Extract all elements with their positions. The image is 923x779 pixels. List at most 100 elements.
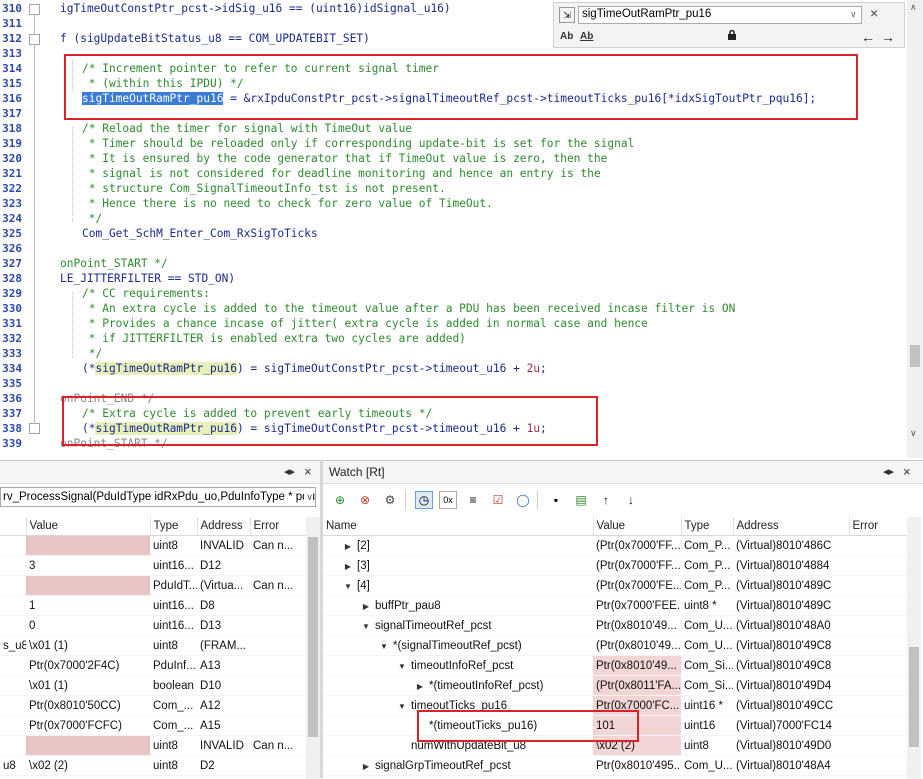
column-header[interactable]: Type [681,517,734,536]
table-row[interactable]: ▼ signalTimeoutRef_pcst Ptr(0x8010'49... Co… [323,615,909,636]
table-row[interactable]: uint8 INVALID Can n... [0,735,306,756]
scroll-thumb[interactable] [308,537,318,737]
occurrence-highlight: sigTimeOutRamPtr_pu16 [95,422,237,435]
watch-scrollbar[interactable] [907,517,921,779]
cell-name [0,535,26,556]
column-header[interactable]: Error [250,517,307,536]
table-row[interactable]: PduIdT... (Virtua... Can n... [0,575,306,596]
table-row[interactable]: ▶ buffPtr_pau8 Ptr(0x7000'FEE... uint8 * (Vi… [323,595,909,616]
cell-name: ▼ timeoutTicks_pu16 [323,695,593,716]
find-input[interactable]: sigTimeOutRamPtr_pu16 [578,6,862,24]
remove-all-icon[interactable]: ⚙ [381,491,399,509]
cell-value: 101 [593,715,681,736]
expand-icon[interactable]: ▶ [343,562,353,571]
close-icon[interactable]: × [870,5,878,21]
column-header[interactable]: Name [323,517,594,536]
table-row[interactable]: uint8 INVALID Can n... [0,535,306,556]
function-selector[interactable]: rv_ProcessSignal(PduIdType idRxPdu_uo,Pd… [0,487,316,507]
table-row[interactable]: \x01 (1) boolean D10 [0,675,306,696]
expand-icon[interactable]: ▶ [415,682,425,691]
checkbox-icon[interactable]: ☑ [489,491,507,509]
cell-value [26,535,150,556]
collapse-icon[interactable]: ▼ [397,702,407,711]
table-row[interactable]: ▶ [2] (Ptr(0x7000'FF... Com_P... (Virtual)80… [323,535,909,556]
collapse-icon[interactable]: ▼ [379,642,389,651]
expand-replace-toggle[interactable]: ⇲ [559,7,575,23]
column-header[interactable]: Address [733,517,850,536]
load-icon[interactable]: ▤ [572,491,590,509]
locals-scrollbar[interactable] [306,517,320,779]
column-header[interactable]: Value [26,517,151,536]
line-number: 317 [2,107,22,120]
move-up-icon[interactable]: ↑ [597,491,615,509]
chevron-down-icon[interactable]: ∨ [850,9,857,20]
table-row[interactable]: ▶ signalGrpTimeoutRef_pcst Ptr(0x8010'495.… [323,755,909,776]
search-icon[interactable]: ◯ [514,491,532,509]
chevron-down-icon[interactable]: ∨ [304,488,313,506]
close-icon[interactable]: × [304,461,312,483]
line-number: 315 [2,77,22,90]
save-icon[interactable]: ▪ [547,491,565,509]
move-down-icon[interactable]: ↓ [622,491,640,509]
add-watch-icon[interactable]: ⊕ [331,491,349,509]
column-header[interactable]: Type [150,517,198,536]
table-row[interactable]: 3 uint16... D12 [0,555,306,576]
expand-icon[interactable]: ▶ [361,602,371,611]
column-header[interactable] [0,517,27,536]
cell-error [250,655,306,676]
table-row[interactable]: ▼ [4] (Ptr(0x7000'FE... Com_P... (Virtual)80… [323,575,909,596]
cell-name: *(timeoutTicks_pu16) [323,715,593,736]
expand-icon[interactable]: ▶ [343,542,353,551]
expand-icon[interactable]: ▶ [361,762,371,771]
cell-error [849,755,909,776]
column-header[interactable]: Value [593,517,682,536]
table-row[interactable]: *(timeoutTicks_pu16) 101 uint16 (Virtual)70… [323,715,909,736]
cell-value: (Ptr(0x7000'FE... [593,575,681,596]
cell-address: INVALID [197,535,250,556]
collapse-icon[interactable]: ▼ [361,622,371,631]
table-row[interactable]: u8 \x02 (2) uint8 D2 [0,755,306,776]
hex-toggle-icon[interactable]: 0x [439,491,457,509]
scroll-up-icon[interactable]: ∧ [910,2,917,13]
cell-value: \x01 (1) [26,635,150,656]
table-row[interactable]: ▼ *(signalTimeoutRef_pcst) (Ptr(0x8010'49.… [323,635,909,656]
lock-icon[interactable] [726,29,738,41]
scroll-thumb[interactable] [909,647,919,747]
editor-scrollbar[interactable]: ∧ ∨ [907,0,923,458]
whole-word-toggle[interactable]: Ab [580,31,593,42]
table-row[interactable]: Ptr(0x7000'FCFC) Com_... A15 [0,715,306,736]
pin-icon[interactable]: ◂▸ [284,461,295,483]
table-row[interactable]: ▶ [3] (Ptr(0x7000'FF... Com_P... (Virtual)80… [323,555,909,576]
table-row[interactable]: s_u8 \x01 (1) uint8 (FRAM... [0,635,306,656]
collapse-icon[interactable]: ▼ [343,582,353,591]
table-row[interactable]: Ptr(0x8010'50CC) Com_... A12 [0,695,306,716]
cell-error [250,555,306,576]
find-next-icon[interactable]: → [881,29,895,45]
locals-pane: ◂▸ × rv_ProcessSignal(PduIdType idRxPdu_… [0,460,320,779]
find-previous-icon[interactable]: ← [861,29,875,45]
table-row[interactable]: Ptr(0x7000'2F4C) PduInf... A13 [0,655,306,676]
table-row[interactable]: 1 uint16... D8 [0,595,306,616]
line-number: 324 [2,212,22,225]
collapse-icon[interactable]: ▼ [397,662,407,671]
table-row[interactable]: numWithUpdateBit_u8 \x02 (2) uint8 (Virtual… [323,735,909,756]
close-icon[interactable]: × [903,461,911,483]
scroll-thumb[interactable] [910,345,920,367]
column-header[interactable]: Error [849,517,910,536]
match-case-toggle[interactable]: Ab [560,31,573,42]
remove-watch-icon[interactable]: ⊗ [356,491,374,509]
format-icon[interactable]: ≡ [464,491,482,509]
scroll-down-icon[interactable]: ∨ [910,428,917,439]
indent-guide [72,127,73,222]
table-row[interactable]: ▶ *(timeoutInfoRef_pcst) (Ptr(0x8011'FA...… [323,675,909,696]
refresh-clock-icon[interactable]: ◷ [415,491,433,509]
cell-type: Com_Si... [681,675,733,696]
column-header[interactable]: Address [197,517,251,536]
fold-toggle[interactable] [29,423,40,434]
table-row[interactable]: 0 uint16... D13 [0,615,306,636]
code-editor[interactable]: 310 311 312 313 314 315 316 317 318 319 320 321 322 3… [0,0,923,458]
table-row[interactable]: ▼ timeoutTicks_pu16 Ptr(0x7000'FC... uint16… [323,695,909,716]
pin-icon[interactable]: ◂▸ [883,461,894,483]
cell-type: uint8 [681,735,733,756]
table-row[interactable]: ▼ timeoutInfoRef_pcst Ptr(0x8010'49... Com_… [323,655,909,676]
